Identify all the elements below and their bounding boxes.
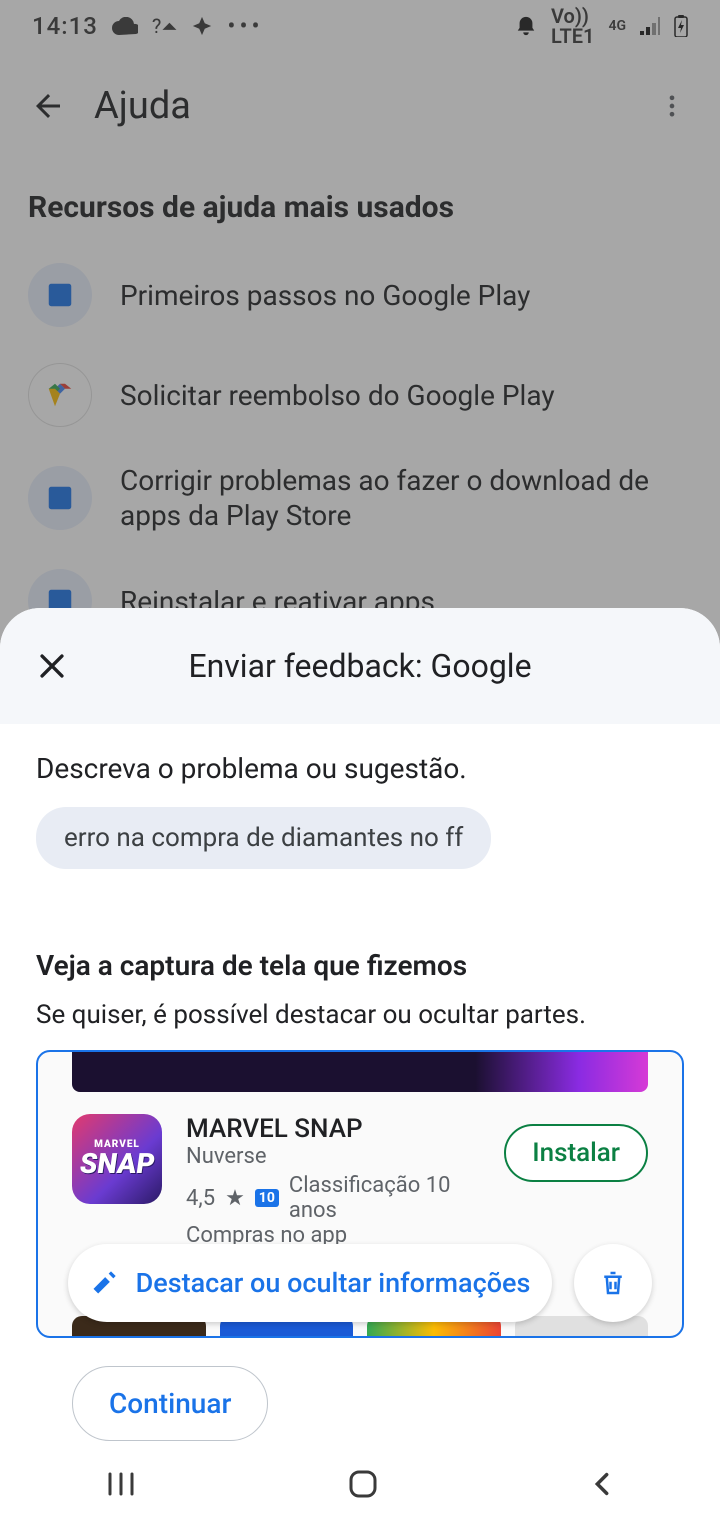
nav-home-button[interactable] [346,1467,380,1501]
app-publisher: Nuverse [186,1144,480,1169]
app-rating: 4,5 [186,1186,215,1211]
screenshot-preview[interactable]: MARVELSNAP MARVEL SNAP Nuverse 4,5 ★ 10 … [36,1050,684,1338]
nav-back-button[interactable] [588,1470,616,1498]
nav-recent-button[interactable] [104,1470,138,1498]
feedback-suggestion-chip[interactable]: erro na compra de diamantes no ff [36,807,491,869]
highlight-hide-button[interactable]: Destacar ou ocultar informações [68,1244,552,1322]
screenshot-heading: Veja a captura de tela que fizemos [36,949,684,982]
app-name: MARVEL SNAP [186,1114,480,1144]
age-text: Classificação 10 anos [289,1173,480,1223]
sheet-header: Enviar feedback: Google [0,608,720,724]
delete-screenshot-button[interactable] [574,1244,652,1322]
feedback-sheet: Enviar feedback: Google Descreva o probl… [0,608,720,1520]
system-nav-bar [0,1448,720,1520]
highlighter-icon [90,1269,118,1297]
continue-button[interactable]: Continuar [72,1366,268,1441]
app-meta: MARVEL SNAP Nuverse 4,5 ★ 10 Classificaç… [186,1114,480,1248]
star-icon: ★ [225,1186,245,1211]
age-badge: 10 [255,1189,279,1207]
app-icon: MARVELSNAP [72,1114,162,1204]
screenshot-subtext: Se quiser, é possível destacar ou oculta… [36,1000,684,1030]
install-button[interactable]: Instalar [504,1124,648,1182]
screenshot-banner [72,1052,648,1092]
feedback-prompt-label: Descreva o problema ou sugestão. [36,752,684,785]
trash-icon [598,1268,628,1298]
highlight-hide-label: Destacar ou ocultar informações [136,1267,531,1299]
sheet-title: Enviar feedback: Google [80,647,696,685]
close-button[interactable] [24,638,80,694]
